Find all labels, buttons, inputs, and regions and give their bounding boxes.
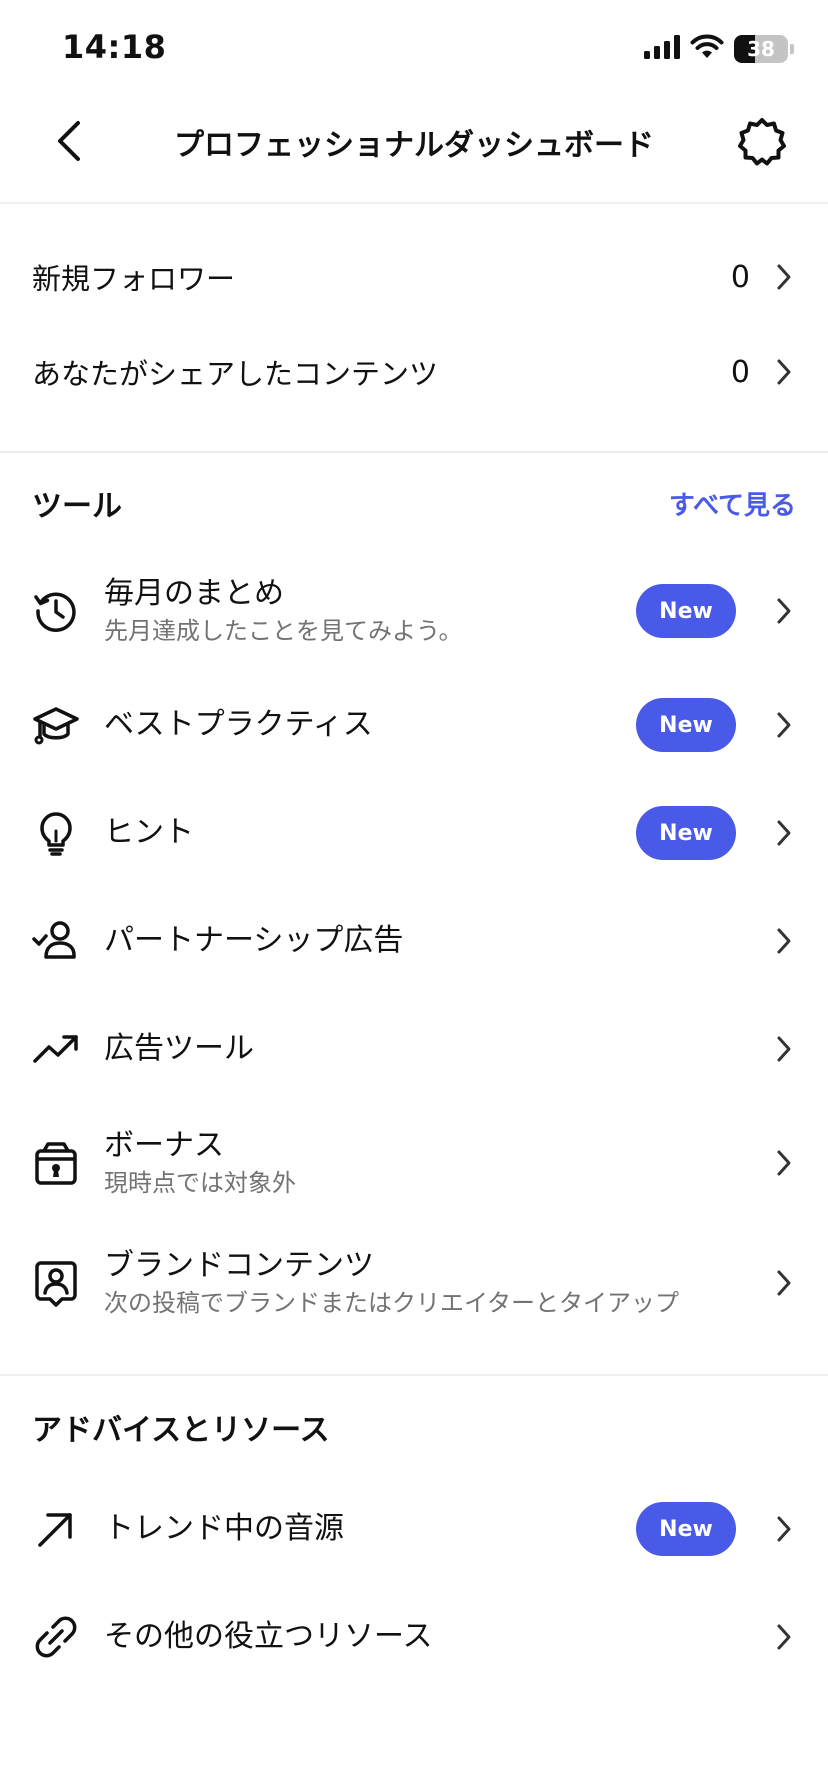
chevron-right-icon <box>772 355 796 389</box>
signal-icon <box>644 35 680 63</box>
battery-cap <box>790 44 794 54</box>
tool-item-subtitle: 先月達成したことを見てみよう。 <box>104 617 463 645</box>
nav-bar: プロフェッショナルダッシュボード <box>0 92 828 204</box>
graduation-cap-icon <box>32 701 80 749</box>
stat-value: 0 <box>730 259 750 295</box>
gift-box-icon <box>32 1139 80 1187</box>
wifi-icon <box>690 34 724 64</box>
tool-item-title: ボーナス <box>104 1128 224 1163</box>
new-badge: New <box>636 584 736 638</box>
stat-value: 0 <box>730 354 750 390</box>
back-button[interactable] <box>44 116 94 166</box>
chevron-right-icon <box>772 816 796 850</box>
chevron-right-icon <box>772 260 796 294</box>
tool-item-title: ブランドコンテンツ <box>104 1248 374 1283</box>
tool-item-title: 毎月のまとめ <box>104 576 284 611</box>
status-icons: 38 <box>644 34 794 64</box>
chevron-right-icon <box>772 1620 796 1654</box>
status-time: 14:18 <box>62 28 167 66</box>
chevron-right-icon <box>772 1146 796 1180</box>
chevron-left-icon <box>58 121 80 161</box>
person-check-icon <box>32 917 80 965</box>
tool-item-subtitle: 次の投稿でブランドまたはクリエイターとタイアップ <box>104 1289 680 1317</box>
section-title: アドバイスとリソース <box>32 1413 330 1448</box>
history-icon <box>32 587 80 635</box>
stat-label: 新規フォロワー <box>32 262 236 296</box>
tool-item-bonuses[interactable]: ボーナス 現時点では対象外 <box>0 1116 828 1210</box>
chevron-right-icon <box>772 708 796 742</box>
chevron-right-icon <box>772 924 796 958</box>
tool-item-branded-content[interactable]: ブランドコンテンツ 次の投稿でブランドまたはクリエイターとタイアップ <box>0 1236 828 1330</box>
tool-item-subtitle: 現時点では対象外 <box>104 1169 296 1197</box>
section-divider <box>0 1374 828 1376</box>
stat-row-new-followers[interactable]: 新規フォロワー 0 <box>0 230 828 324</box>
page-title: プロフェッショナルダッシュボード <box>174 128 654 163</box>
resource-item-other-resources[interactable]: その他の役立つリソース <box>0 1592 828 1682</box>
battery-icon: 38 <box>734 35 788 63</box>
tools-section-header: ツール すべて見る <box>32 478 796 528</box>
new-badge: New <box>636 698 736 752</box>
tool-item-title: その他の役立つリソース <box>104 1619 433 1654</box>
status-bar: 14:18 38 <box>0 0 828 92</box>
new-badge: New <box>636 1502 736 1556</box>
section-divider <box>0 451 828 453</box>
tool-item-partnership-ads[interactable]: パートナーシップ広告 <box>0 896 828 986</box>
tool-item-title: ベストプラクティス <box>104 707 373 742</box>
chevron-right-icon <box>772 594 796 628</box>
chevron-right-icon <box>772 1032 796 1066</box>
arrow-up-right-icon <box>32 1505 80 1553</box>
stat-row-shared-content[interactable]: あなたがシェアしたコンテンツ 0 <box>0 325 828 419</box>
resources-section-header: アドバイスとリソース <box>32 1402 796 1452</box>
gear-icon <box>738 118 786 166</box>
new-badge: New <box>636 806 736 860</box>
chevron-right-icon <box>772 1266 796 1300</box>
tool-item-title: トレンド中の音源 <box>104 1511 344 1546</box>
tool-item-title: ヒント <box>104 815 194 850</box>
link-icon <box>32 1613 80 1661</box>
settings-button[interactable] <box>732 112 792 172</box>
battery-level: 38 <box>747 37 775 61</box>
tool-item-monthly-recap[interactable]: 毎月のまとめ 先月達成したことを見てみよう。 New <box>0 566 828 656</box>
branded-content-icon <box>32 1259 80 1307</box>
tool-item-ad-tools[interactable]: 広告ツール <box>0 1004 828 1094</box>
chevron-right-icon <box>772 1512 796 1546</box>
tool-item-title: パートナーシップ広告 <box>104 923 404 958</box>
section-title: ツール <box>32 489 122 524</box>
tool-item-best-practices[interactable]: ベストプラクティス New <box>0 680 828 770</box>
tool-item-title: 広告ツール <box>104 1031 254 1066</box>
resource-item-trending-audio[interactable]: トレンド中の音源 New <box>0 1484 828 1574</box>
tool-item-tips[interactable]: ヒント New <box>0 788 828 878</box>
trending-up-icon <box>32 1025 80 1073</box>
see-all-link[interactable]: すべて見る <box>669 485 796 522</box>
lightbulb-icon <box>32 809 80 857</box>
stat-label: あなたがシェアしたコンテンツ <box>32 357 439 391</box>
